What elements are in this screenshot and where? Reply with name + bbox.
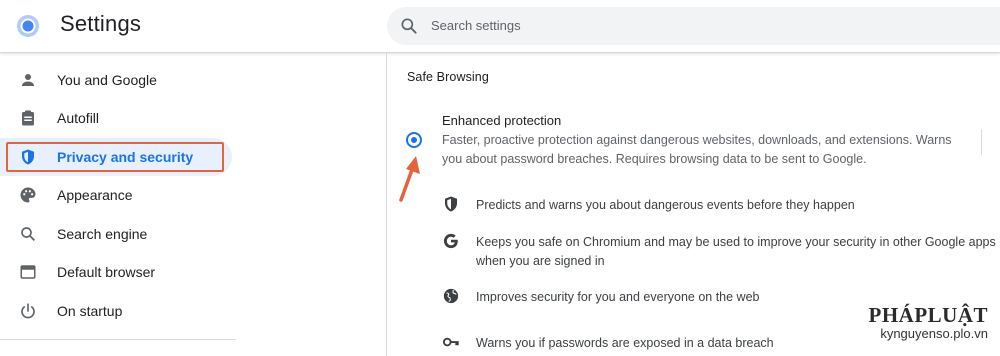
search-icon — [401, 18, 417, 34]
sidebar-item-label: Autofill — [57, 110, 100, 126]
sidebar-item-label: Search engine — [57, 226, 148, 242]
sidebar-item-autofill[interactable]: Autofill — [0, 99, 236, 137]
sidebar-item-label: You and Google — [57, 72, 157, 88]
palette-icon — [20, 187, 36, 203]
search-box[interactable]: Search settings — [387, 7, 1000, 45]
sidebar-item-label: Appearance — [57, 187, 133, 203]
feature-text: Keeps you safe on Chromium and may be us… — [476, 235, 996, 268]
watermark-url: kynguyenso.plo.vn — [880, 326, 988, 341]
feature-text: Predicts and warns you about dangerous e… — [476, 198, 855, 212]
sidebar-divider — [0, 339, 236, 340]
option-description: Faster, proactive protection against dan… — [442, 133, 952, 166]
search-icon — [21, 227, 36, 242]
sidebar-item-default-browser[interactable]: Default browser — [0, 253, 236, 291]
enhanced-protection-radio[interactable] — [406, 132, 422, 148]
annotation-highlight-box — [6, 142, 224, 172]
sidebar-item-appearance[interactable]: Appearance — [0, 176, 236, 214]
page-title: Settings — [60, 11, 142, 36]
google-g-icon — [443, 233, 458, 249]
clipboard-icon — [22, 110, 34, 126]
annotation-arrow-icon — [399, 156, 420, 202]
sidebar-item-search-engine[interactable]: Search engine — [0, 215, 236, 253]
sidebar-item-you-and-google[interactable]: You and Google — [0, 61, 236, 99]
shield-icon — [445, 196, 457, 212]
chromium-logo-icon — [17, 15, 39, 37]
watermark: PHÁPLUẬT kynguyenso.plo.vn — [869, 304, 989, 342]
sidebar-item-label: Default browser — [57, 264, 156, 280]
watermark-logo: PHÁPLUẬT — [868, 303, 988, 327]
option-title: Enhanced protection — [442, 113, 562, 128]
top-bar: Settings Search settings — [0, 0, 1000, 53]
browser-icon — [20, 265, 36, 279]
key-icon — [442, 337, 459, 347]
power-icon — [21, 303, 35, 319]
sidebar: You and Google Autofill Privacy and secu… — [0, 53, 236, 356]
person-icon — [22, 74, 34, 86]
section-title: Safe Browsing — [407, 70, 489, 84]
sidebar-item-label: On startup — [57, 303, 123, 319]
sidebar-item-on-startup[interactable]: On startup — [0, 292, 236, 330]
globe-icon — [443, 288, 459, 304]
search-input[interactable]: Search settings — [431, 18, 521, 33]
divider — [981, 129, 982, 155]
